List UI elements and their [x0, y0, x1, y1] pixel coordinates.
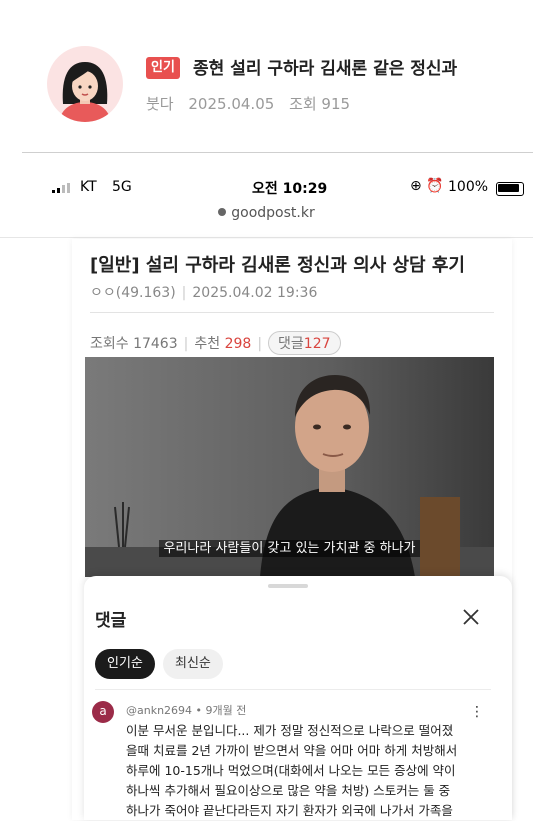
- article-divider: [90, 312, 494, 313]
- stats-separator-2: |: [257, 336, 263, 352]
- video-subtitle: 우리나라 사람들이 갖고 있는 가치관 중 하나가: [85, 537, 494, 557]
- battery-icon: [496, 182, 524, 196]
- popular-badge: 인기: [146, 57, 180, 79]
- post-meta: 붓다 2025.04.05 조회 915: [146, 93, 360, 114]
- network-label: 5G: [112, 179, 132, 195]
- tab-popular[interactable]: 인기순: [95, 649, 155, 679]
- article-datetime: 2025.04.02 19:36: [192, 285, 318, 301]
- comment-text: 이분 무서운 분입니다... 제가 정말 정신적으로 나락으로 떨어졌 을때 치…: [126, 721, 471, 821]
- comment-username[interactable]: @ankn2694: [126, 704, 192, 717]
- comment-line: 을때 치료를 2년 가까이 받으면서 약을 어마 어마 하게 처방해서: [126, 743, 458, 758]
- more-options-icon[interactable]: ⋮: [470, 704, 484, 720]
- post-views: 조회 915: [289, 95, 351, 113]
- battery-percent: 100%: [448, 179, 489, 195]
- recommend-count: 298: [224, 336, 252, 352]
- clock: 오전 10:29: [252, 181, 328, 197]
- comments-button[interactable]: 댓글127: [268, 331, 341, 355]
- comments-label: 댓글: [278, 336, 304, 352]
- tab-latest[interactable]: 최신순: [163, 649, 223, 679]
- site-info-icon[interactable]: [218, 208, 227, 216]
- comment-line: 하나가 죽어야 끝난다라든지 자기 환자가 외국에 나가서 가족을: [126, 803, 453, 818]
- post-header: 인기 종현 설리 구하라 김새론 같은 정신과 붓다 2025.04.05 조회…: [0, 0, 533, 152]
- article-stats: 조회수 17463 | 추천 298 | 댓글127: [90, 331, 341, 355]
- comment-line: 하나씩 추가해서 필요이상으로 많은 약을 처방) 스토커는 둘 중: [126, 783, 451, 798]
- post-author[interactable]: 붓다: [146, 95, 174, 113]
- sheet-divider: [95, 689, 491, 690]
- comment-time: 9개월 전: [205, 704, 247, 717]
- browser-divider: [0, 237, 533, 238]
- article-author[interactable]: ㅇㅇ(49.163): [90, 285, 176, 301]
- carrier-label: KT: [80, 179, 97, 195]
- article-title: [일반] 설리 구하라 김새론 정신과 의사 상담 후기: [90, 255, 465, 276]
- comment-line: 하루에 10-15개나 먹었으며(대화에서 나오는 모든 증상에 약이: [126, 763, 456, 778]
- comments-title: 댓글: [95, 611, 127, 631]
- stats-separator: |: [183, 336, 189, 352]
- url-text[interactable]: goodpost.kr: [231, 205, 314, 221]
- drag-handle[interactable]: [268, 584, 308, 588]
- comments-count: 127: [303, 336, 331, 352]
- post-date: 2025.04.05: [188, 95, 275, 113]
- status-icons: ⊕ ⏰: [410, 178, 444, 194]
- comment-header: @ankn2694 • 9개월 전: [126, 704, 247, 717]
- author-avatar[interactable]: [47, 46, 123, 122]
- video-player[interactable]: 우리나라 사람들이 갖고 있는 가치관 중 하나가: [85, 357, 494, 577]
- commenter-avatar[interactable]: a: [92, 701, 114, 723]
- comments-sheet: 댓글 인기순 최신순 a @ankn2694 • 9개월 전 ⋮ 이분 무서운 …: [84, 576, 512, 820]
- recommend-label: 추천: [194, 336, 221, 352]
- close-icon[interactable]: [460, 606, 482, 628]
- comment-line: 이분 무서운 분입니다... 제가 정말 정신적으로 나락으로 떨어졌: [126, 723, 454, 738]
- article-meta: ㅇㅇ(49.163) | 2025.04.02 19:36: [90, 282, 317, 302]
- status-bar: KT 5G 오전 10:29 ⊕ ⏰ 100%: [0, 177, 533, 201]
- signal-icon: [52, 183, 70, 193]
- address-bar[interactable]: goodpost.kr: [0, 205, 533, 221]
- alarm-icon: ⏰: [426, 178, 444, 194]
- lock-rotation-icon: ⊕: [410, 178, 422, 194]
- view-count: 조회수 17463: [90, 336, 178, 352]
- meta-separator: |: [181, 285, 187, 301]
- post-title[interactable]: 종현 설리 구하라 김새론 같은 정신과: [193, 57, 457, 81]
